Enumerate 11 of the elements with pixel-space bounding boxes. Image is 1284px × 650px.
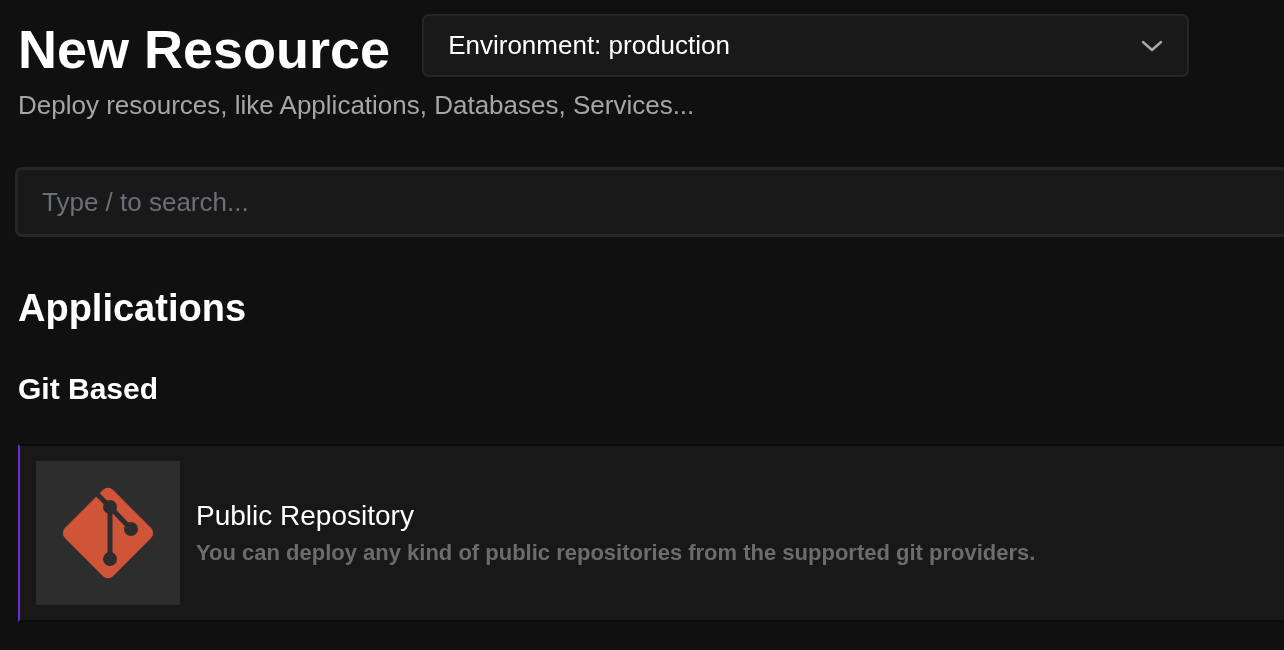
environment-dropdown[interactable]: Environment: production: [422, 14, 1190, 77]
group-heading: Git Based: [18, 372, 160, 406]
git-logo-icon: [36, 461, 180, 605]
page-title: New Resource: [18, 18, 391, 80]
page-subtitle: Deploy resources, like Applications, Databases, Services...: [18, 90, 696, 121]
card-title: Public Repository: [196, 500, 415, 532]
section-heading: Applications: [18, 287, 248, 330]
chevron-down-icon: [1141, 38, 1164, 53]
resource-card[interactable]: Public Repository You can deploy any kind of public repositories from the supported git providers.: [18, 444, 1284, 622]
card-description: You can deploy any kind of public repositories from the supported git providers.: [196, 540, 1036, 566]
search-field[interactable]: Type / to search...: [15, 167, 1284, 237]
